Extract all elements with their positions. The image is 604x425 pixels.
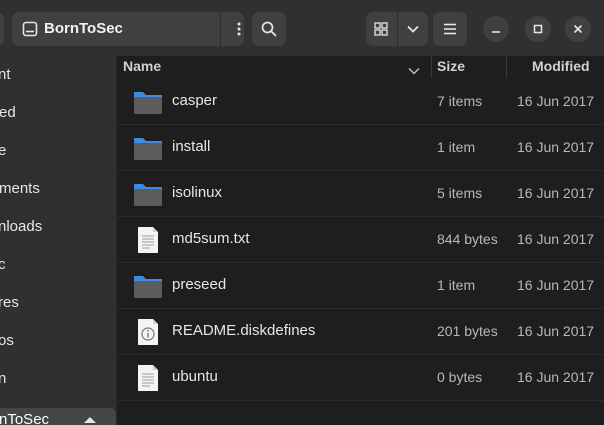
search-icon (261, 21, 277, 37)
sidebar-item-label: nloads (0, 218, 43, 235)
sort-chevron-down-icon[interactable] (408, 62, 420, 78)
minimize-icon (492, 31, 500, 33)
sidebar-item-label: n (0, 370, 7, 387)
maximize-button[interactable] (525, 16, 551, 42)
sidebar-item[interactable]: ments (0, 170, 116, 208)
file-size: 5 items (437, 185, 483, 201)
sidebar-item[interactable]: ed (0, 94, 116, 132)
kebab-icon (237, 22, 240, 36)
sidebar-item[interactable]: n (0, 360, 116, 398)
file-row[interactable]: preseed 1 item 16 Jun 2017 (117, 263, 604, 309)
maximize-icon (533, 24, 543, 34)
file-name: preseed (172, 276, 227, 293)
file-modified: 16 Jun 2017 (517, 185, 595, 201)
column-divider (506, 56, 507, 78)
file-modified: 16 Jun 2017 (517, 277, 595, 293)
drive-icon (22, 21, 38, 42)
sidebar-item[interactable]: c (0, 246, 116, 284)
sidebar-item[interactable]: nt (0, 56, 116, 94)
file-row[interactable]: md5sum.txt 844 bytes 16 Jun 2017 (117, 217, 604, 263)
close-icon (573, 24, 583, 34)
file-row[interactable]: isolinux 5 items 16 Jun 2017 (117, 171, 604, 217)
main-menu-button[interactable] (433, 12, 467, 46)
view-switcher (366, 12, 428, 46)
text-file-icon (133, 363, 163, 393)
sidebar-item-label: nt (0, 66, 11, 83)
file-modified: 16 Jun 2017 (517, 139, 595, 155)
minimize-button[interactable] (483, 16, 509, 42)
file-size: 1 item (437, 277, 476, 293)
folder-icon (133, 179, 163, 209)
sidebar-item-borntosec[interactable]: nToSec (0, 408, 116, 425)
file-size: 7 items (437, 93, 483, 109)
sidebar-item[interactable]: e (0, 132, 116, 170)
file-row[interactable]: casper 7 items 16 Jun 2017 (117, 79, 604, 125)
file-size: 0 bytes (437, 369, 483, 385)
info-file-icon (133, 317, 163, 347)
location-bar[interactable]: BornToSec (12, 12, 244, 46)
chevron-down-icon (407, 25, 419, 33)
sidebar-item-label: res (0, 294, 19, 311)
file-name: ubuntu (172, 368, 218, 385)
sidebar-item[interactable]: res (0, 284, 116, 322)
grid-view-button[interactable] (366, 12, 397, 46)
eject-icon[interactable] (84, 414, 96, 425)
search-button[interactable] (252, 12, 286, 46)
file-row[interactable]: README.diskdefines 201 bytes 16 Jun 2017 (117, 309, 604, 355)
column-header-name[interactable]: Name (123, 58, 161, 74)
sidebar-item[interactable]: nloads (0, 208, 116, 246)
back-button[interactable] (0, 12, 4, 46)
folder-icon (133, 87, 163, 117)
file-size: 201 bytes (437, 323, 498, 339)
column-header-row: Name Size Modified (117, 56, 604, 78)
file-modified: 16 Jun 2017 (517, 323, 595, 339)
view-options-button[interactable] (398, 12, 429, 46)
file-modified: 16 Jun 2017 (517, 369, 595, 385)
location-menu-button[interactable] (221, 12, 256, 46)
folder-icon (133, 133, 163, 163)
file-name: README.diskdefines (172, 322, 316, 339)
sidebar-item-label: ments (0, 180, 40, 197)
header-bar: BornToSec (0, 0, 604, 56)
file-size: 844 bytes (437, 231, 498, 247)
column-header-size[interactable]: Size (437, 58, 465, 74)
sidebar-item-label: nToSec (0, 411, 50, 425)
file-size: 1 item (437, 139, 476, 155)
file-list: Name Size Modified casper 7 items 16 Jun… (117, 56, 604, 425)
file-name: casper (172, 92, 218, 109)
column-header-modified[interactable]: Modified (532, 58, 590, 74)
sidebar-item-label: c (0, 256, 6, 273)
grid-icon (374, 22, 388, 36)
sidebar-item-label: ed (0, 104, 16, 121)
file-row[interactable]: install 1 item 16 Jun 2017 (117, 125, 604, 171)
file-name: isolinux (172, 184, 223, 201)
folder-icon (133, 271, 163, 301)
sidebar: nt ed e ments nloads c res os n nToSec (0, 56, 116, 425)
file-name: install (172, 138, 211, 155)
file-modified: 16 Jun 2017 (517, 93, 595, 109)
sidebar-item[interactable]: os (0, 322, 116, 360)
file-modified: 16 Jun 2017 (517, 231, 595, 247)
sidebar-item-label: e (0, 142, 7, 159)
file-row[interactable]: ubuntu 0 bytes 16 Jun 2017 (117, 355, 604, 401)
sidebar-item-label: os (0, 332, 14, 349)
close-button[interactable] (565, 16, 591, 42)
column-divider (431, 56, 432, 78)
location-label: BornToSec (44, 20, 123, 37)
hamburger-icon (444, 23, 456, 35)
text-file-icon (133, 225, 163, 255)
file-name: md5sum.txt (172, 230, 250, 247)
